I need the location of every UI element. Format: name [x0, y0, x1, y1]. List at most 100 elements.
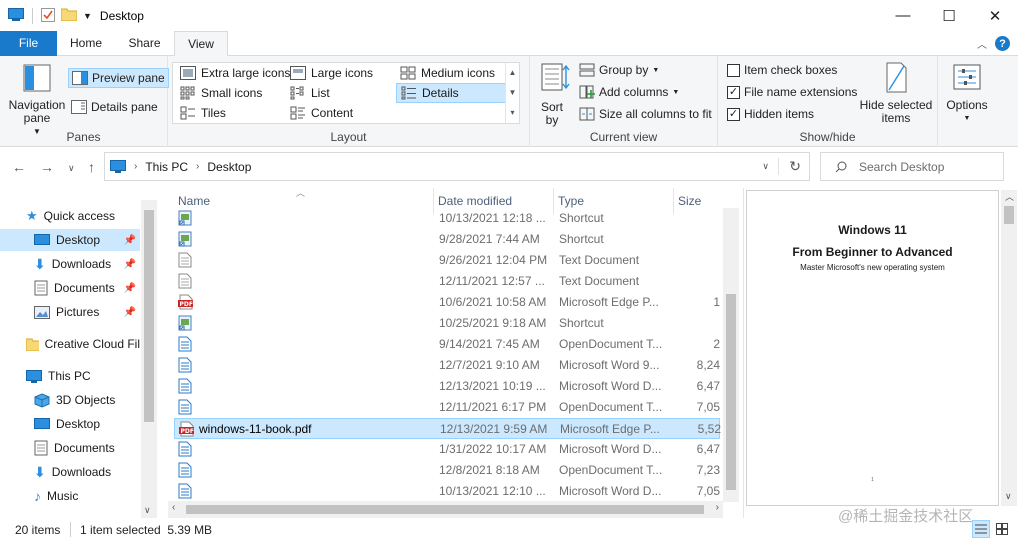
file-row[interactable]: 9/28/2021 7:44 AM Shortcut	[174, 229, 720, 250]
explorer-window-icon[interactable]	[8, 7, 24, 24]
new-folder-icon[interactable]	[60, 7, 78, 24]
hscroll-right-icon[interactable]: ›	[716, 502, 719, 513]
sort-by-button[interactable]: Sort by	[538, 62, 574, 127]
file-list-vscrollbar[interactable]	[723, 208, 739, 502]
file-row[interactable]: 10/13/2021 12:10 ... Microsoft Word D... 7…	[174, 481, 720, 502]
hidden-items-checkbox[interactable]: ✓	[727, 107, 740, 121]
nav-pane-scrollbar[interactable]: ∨	[141, 200, 157, 518]
breadcrumb-separator-icon[interactable]: ›	[196, 161, 199, 172]
nav-3d-objects[interactable]: 3D Objects	[0, 389, 140, 411]
nav-creative-cloud[interactable]: Creative Cloud Fil	[0, 333, 140, 355]
nav-quick-documents[interactable]: Documents 📌	[0, 277, 140, 299]
file-row[interactable]: 9/26/2021 12:04 PM Text Document	[174, 250, 720, 271]
file-name-extensions-checkbox[interactable]: ✓	[727, 85, 740, 99]
file-row[interactable]: PDF 10/6/2021 10:58 AM Microsoft Edge P...…	[174, 292, 720, 313]
layout-details[interactable]: Details	[396, 83, 506, 103]
search-box[interactable]: Search Desktop	[820, 152, 1004, 181]
nav-pc-music[interactable]: ♪ Music	[0, 485, 140, 507]
layout-large-icons[interactable]: Large icons	[286, 63, 377, 83]
preview-scroll-down-icon[interactable]: ∨	[1005, 491, 1012, 502]
layout-extra-large-icons[interactable]: Extra large icons	[176, 63, 294, 83]
nav-pc-downloads[interactable]: ⬇ Downloads	[0, 461, 140, 483]
nav-pc-documents[interactable]: Documents	[0, 437, 140, 459]
large-icons-toggle-icon[interactable]	[994, 521, 1010, 537]
preview-title: Windows 11	[838, 223, 907, 237]
pin-icon[interactable]: 📌	[124, 307, 136, 318]
pin-icon[interactable]: 📌	[124, 235, 136, 246]
details-view-toggle-icon[interactable]	[972, 520, 990, 538]
options-button[interactable]: Options ▼	[942, 64, 992, 125]
gallery-more-icon[interactable]: ▾	[506, 103, 519, 123]
add-columns-button[interactable]: Add columns ▼	[576, 82, 682, 102]
nav-quick-pictures[interactable]: Pictures 📌	[0, 301, 140, 323]
recent-locations-chevron-icon[interactable]: ∨	[68, 163, 75, 174]
item-check-boxes-toggle[interactable]: Item check boxes	[724, 60, 840, 80]
layout-gallery-scroll[interactable]: ▲ ▼ ▾	[505, 63, 519, 123]
nav-pc-desktop[interactable]: Desktop	[0, 413, 140, 435]
file-list-hscrollbar[interactable]: ‹ ›	[168, 501, 723, 518]
gallery-down-icon[interactable]: ▼	[506, 83, 519, 103]
refresh-icon[interactable]: ↻	[778, 158, 801, 175]
hscroll-left-icon[interactable]: ‹	[172, 502, 175, 513]
nav-quick-desktop[interactable]: Desktop 📌	[0, 229, 140, 251]
preview-pane-button[interactable]: Preview pane	[68, 68, 169, 88]
layout-list[interactable]: List	[286, 83, 334, 103]
pin-icon[interactable]: 📌	[124, 283, 136, 294]
tab-view[interactable]: View	[174, 31, 228, 57]
address-history-chevron-icon[interactable]: ∨	[762, 161, 769, 172]
breadcrumb-separator-icon[interactable]: ›	[134, 161, 137, 172]
file-row[interactable]: 12/8/2021 8:18 AM OpenDocument T... 7,23	[174, 460, 720, 481]
hidden-items-toggle[interactable]: ✓ Hidden items	[724, 104, 817, 124]
file-scroll-thumb[interactable]	[726, 294, 736, 490]
tab-home[interactable]: Home	[57, 31, 115, 56]
file-row[interactable]: 1/31/2022 10:17 AM Microsoft Word D... 6,4…	[174, 439, 720, 460]
group-by-button[interactable]: Group by ▼	[576, 60, 662, 80]
breadcrumb-desktop[interactable]: Desktop	[207, 160, 251, 174]
layout-medium-icons[interactable]: Medium icons	[396, 63, 499, 83]
nav-quick-access[interactable]: ★ Quick access	[0, 205, 140, 227]
preview-scroll-thumb[interactable]	[1004, 206, 1014, 224]
gallery-up-icon[interactable]: ▲	[506, 63, 519, 83]
back-arrow-icon[interactable]: ←	[12, 159, 26, 175]
details-pane-button[interactable]: Details pane	[68, 97, 161, 117]
search-input[interactable]: Search Desktop	[859, 160, 944, 174]
layout-tiles[interactable]: Tiles	[176, 103, 230, 123]
file-row[interactable]: 12/13/2021 10:19 ... Microsoft Word D... 6…	[174, 376, 720, 397]
file-row[interactable]: 10/25/2021 9:18 AM Shortcut	[174, 313, 720, 334]
minimize-button[interactable]: —	[880, 0, 926, 31]
maximize-button[interactable]: ☐	[926, 0, 972, 31]
file-name-extensions-toggle[interactable]: ✓ File name extensions	[724, 82, 860, 102]
hscroll-thumb[interactable]	[186, 505, 704, 514]
pin-icon[interactable]: 📌	[124, 259, 136, 270]
file-row[interactable]: 12/11/2021 12:57 ... Text Document	[174, 271, 720, 292]
list-view-icon	[290, 86, 304, 100]
file-row-selected[interactable]: PDF windows-11-book.pdf 12/13/2021 9:59 AM…	[174, 418, 721, 439]
collapse-ribbon-chevron-icon[interactable]: ︿	[977, 36, 987, 51]
nav-scroll-thumb[interactable]	[144, 210, 154, 422]
breadcrumb-this-pc[interactable]: This PC	[145, 160, 188, 174]
hide-selected-items-button[interactable]: Hide selected items	[858, 62, 934, 125]
tab-file[interactable]: File	[0, 31, 57, 56]
help-icon[interactable]: ?	[995, 36, 1010, 51]
navigation-pane-button[interactable]: Navigation pane ▼	[6, 64, 68, 138]
nav-quick-downloads[interactable]: ⬇ Downloads 📌	[0, 253, 140, 275]
size-all-columns-button[interactable]: Size all columns to fit	[576, 104, 715, 124]
close-button[interactable]: ✕	[972, 0, 1018, 31]
customize-toolbar-chevron-icon[interactable]: ▼	[83, 11, 92, 21]
tab-share[interactable]: Share	[115, 31, 174, 56]
preview-scrollbar[interactable]: ︿ ∨	[1001, 190, 1017, 506]
address-bar[interactable]: › This PC › Desktop ∨ ↻	[104, 152, 810, 181]
nav-this-pc[interactable]: This PC	[0, 365, 140, 387]
nav-scroll-down-icon[interactable]: ∨	[144, 505, 151, 516]
up-arrow-icon[interactable]: ↑	[88, 159, 95, 175]
layout-content[interactable]: Content	[286, 103, 357, 123]
preview-scroll-up-icon[interactable]: ︿	[1005, 190, 1014, 203]
layout-small-icons[interactable]: Small icons	[176, 83, 266, 103]
file-row[interactable]: 12/11/2021 6:17 PM OpenDocument T... 7,05	[174, 397, 720, 418]
file-row[interactable]: 10/13/2021 12:18 ... Shortcut	[174, 208, 720, 229]
forward-arrow-icon[interactable]: →	[40, 159, 54, 175]
properties-icon[interactable]	[41, 7, 55, 25]
file-row[interactable]: 9/14/2021 7:45 AM OpenDocument T... 2	[174, 334, 720, 355]
file-row[interactable]: 12/7/2021 9:10 AM Microsoft Word 9... 8,24	[174, 355, 720, 376]
item-check-boxes-checkbox[interactable]	[727, 63, 740, 77]
